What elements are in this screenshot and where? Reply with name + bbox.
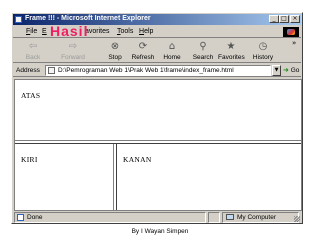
search-label: Search: [192, 54, 214, 61]
home-label: Home: [163, 54, 181, 61]
history-icon: ◷: [258, 41, 268, 52]
status-panel: Done: [14, 212, 206, 223]
computer-icon: [226, 214, 234, 220]
menu-file-label: ile: [30, 28, 38, 35]
resize-grip-icon[interactable]: [294, 216, 300, 222]
forward-button[interactable]: ⇨ Forward: [60, 40, 86, 62]
go-button[interactable]: ➜ Go: [283, 66, 299, 74]
refresh-icon: ⟳: [138, 41, 148, 52]
home-button[interactable]: ⌂ Home: [159, 40, 185, 62]
address-dropdown-icon[interactable]: ▼: [272, 65, 281, 76]
history-label: History: [252, 54, 274, 61]
history-button[interactable]: ◷ History: [250, 40, 276, 62]
frame-atas-text: ATAS: [21, 91, 41, 100]
ie-page-icon: [15, 16, 22, 23]
standard-toolbar: ⇦ Back ⇨ Forward ⊗ Stop ⟳ Refresh ⌂ Home…: [13, 39, 301, 63]
menu-edit-label: E: [42, 28, 47, 35]
forward-label: Forward: [61, 54, 85, 61]
status-bar: Done My Computer: [13, 212, 301, 223]
status-panel-empty: [208, 212, 220, 223]
menu-help[interactable]: Help: [139, 28, 153, 35]
page-icon: [48, 67, 55, 74]
favorites-label: Favorites: [218, 54, 245, 61]
address-input[interactable]: D:\Pemrograman Web 1\Prak Web 1\frame\in…: [45, 65, 271, 76]
favorites-button[interactable]: ★ Favorites: [218, 40, 245, 62]
back-button[interactable]: ⇦ Back: [20, 40, 46, 62]
address-label: Address: [16, 67, 40, 74]
menu-favorites[interactable]: avorites: [85, 28, 110, 35]
menu-help-label: elp: [144, 28, 154, 35]
status-text: Done: [27, 214, 43, 221]
frame-kiri-text: KIRI: [21, 155, 38, 164]
favorites-icon: ★: [226, 41, 236, 52]
go-arrow-icon: ➜: [283, 66, 289, 74]
menu-tools[interactable]: Tools: [117, 28, 133, 35]
frame-kanan-text: KANAN: [123, 155, 152, 164]
windows-logo-icon: [283, 27, 299, 37]
menu-bar: File E avorites Tools Help Hasil: [13, 23, 301, 39]
frame-atas: ATAS: [15, 80, 301, 140]
caption: By I Wayan Simpen: [131, 228, 189, 235]
arrow-right-icon: ⇨: [68, 41, 78, 52]
arrow-left-icon: ⇦: [28, 41, 38, 52]
close-button[interactable]: ×: [290, 15, 300, 23]
search-button[interactable]: ⚲ Search: [190, 40, 216, 62]
window-title: Frame !!! - Microsoft Internet Explorer: [25, 15, 151, 22]
watermark-text: Hasil: [50, 23, 89, 39]
minimize-button[interactable]: _: [269, 15, 279, 23]
frame-kiri: KIRI: [15, 144, 113, 210]
menu-edit[interactable]: E: [42, 28, 47, 35]
menu-tools-label: ools: [120, 28, 134, 35]
maximize-button[interactable]: □: [279, 15, 289, 23]
refresh-button[interactable]: ⟳ Refresh: [130, 40, 156, 62]
page-content: ATAS KIRI KANAN: [14, 79, 302, 211]
back-label: Back: [25, 54, 41, 61]
toolbar-more-chevron-icon[interactable]: »: [292, 39, 296, 47]
home-icon: ⌂: [168, 41, 176, 52]
zone-text: My Computer: [237, 214, 277, 221]
page-done-icon: [17, 214, 24, 221]
security-zone: My Computer: [222, 212, 299, 223]
stop-icon: ⊗: [110, 41, 120, 52]
go-label: Go: [290, 67, 300, 74]
browser-window: Frame !!! - Microsoft Internet Explorer …: [11, 12, 303, 224]
menu-file[interactable]: File: [26, 28, 37, 35]
stop-button[interactable]: ⊗ Stop: [102, 40, 128, 62]
search-icon: ⚲: [199, 41, 207, 52]
address-bar: Address D:\Pemrograman Web 1\Prak Web 1\…: [13, 64, 301, 77]
address-value: D:\Pemrograman Web 1\Prak Web 1\frame\in…: [58, 67, 234, 74]
frame-kanan: KANAN: [117, 144, 301, 210]
stop-label: Stop: [108, 54, 122, 61]
refresh-label: Refresh: [131, 54, 155, 61]
